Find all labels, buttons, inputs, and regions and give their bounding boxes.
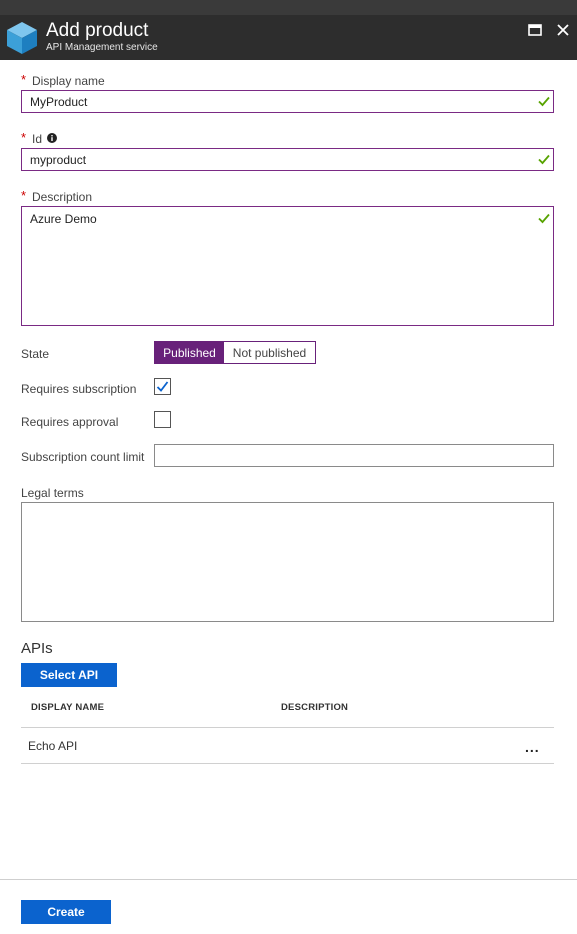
required-marker: * [21,72,27,87]
apis-section-title: APIs [21,640,53,657]
legal-terms-field[interactable] [21,502,554,622]
valid-check-icon [538,213,550,224]
create-button[interactable]: Create [21,900,111,924]
id-value: myproduct [30,153,87,167]
column-header-description[interactable]: DESCRIPTION [281,702,348,713]
checkmark-icon [156,381,169,392]
info-icon[interactable] [47,133,57,143]
display-name-value: MyProduct [30,95,88,109]
page-subtitle: API Management service [46,42,158,53]
description-label: Description [32,190,93,204]
subscription-count-limit-field[interactable] [154,444,554,467]
required-marker: * [21,130,27,145]
legal-terms-label: Legal terms [21,486,84,500]
required-marker: * [21,188,27,203]
close-icon[interactable] [555,22,571,38]
id-label: Id [32,132,43,146]
select-api-button[interactable]: Select API [21,663,117,687]
description-field[interactable]: Azure Demo [21,206,554,326]
top-strip [0,0,577,15]
requires-approval-checkbox[interactable] [154,411,171,428]
column-header-display-name[interactable]: DISPLAY NAME [31,702,104,713]
state-option-published[interactable]: Published [155,342,224,363]
table-row-display-name[interactable]: Echo API [28,739,77,753]
state-toggle: Published Not published [154,341,316,364]
api-management-cube-icon [7,22,37,54]
table-divider [21,727,554,728]
maximize-icon[interactable] [527,22,543,38]
row-more-menu-icon[interactable]: ... [525,740,545,754]
footer-divider [0,879,577,880]
description-value: Azure Demo [30,212,97,226]
requires-subscription-label: Requires subscription [21,382,137,396]
subscription-count-limit-label: Subscription count limit [21,450,145,464]
requires-approval-label: Requires approval [21,415,119,429]
table-divider [21,763,554,764]
page-title: Add product [46,20,149,41]
valid-check-icon [538,96,550,107]
display-name-field[interactable]: MyProduct [21,90,554,113]
id-field[interactable]: myproduct [21,148,554,171]
valid-check-icon [538,154,550,165]
state-option-not-published[interactable]: Not published [224,342,315,363]
requires-subscription-checkbox[interactable] [154,378,171,395]
display-name-label: Display name [32,74,105,88]
blade-header: Add product API Management service [0,15,577,60]
state-label: State [21,347,50,361]
